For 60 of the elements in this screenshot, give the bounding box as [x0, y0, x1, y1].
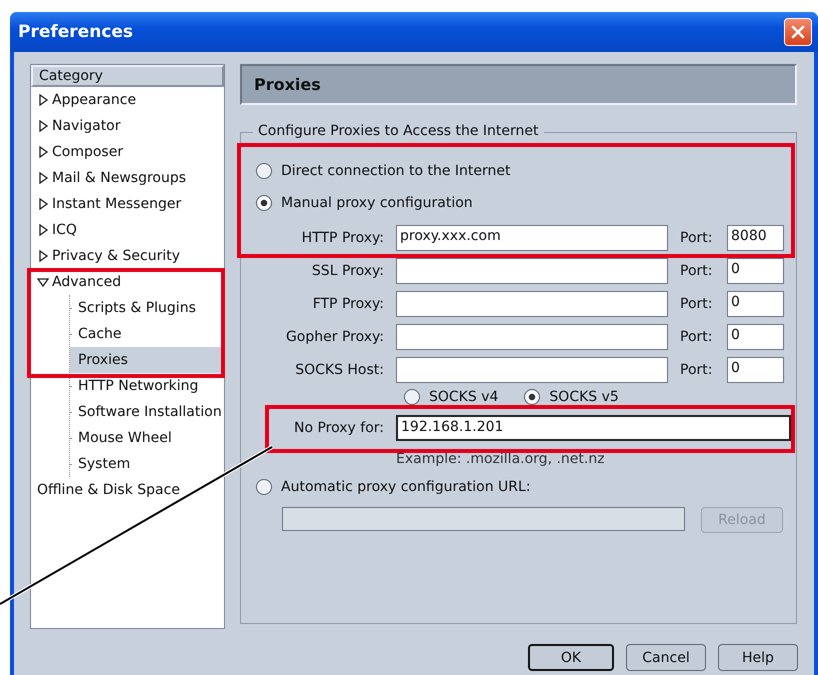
radio-button[interactable]: [256, 163, 272, 179]
dialog-button[interactable]: Cancel: [626, 644, 706, 671]
port-field[interactable]: 0: [727, 258, 784, 284]
input-field[interactable]: [396, 258, 668, 284]
field-label: No Proxy for:: [292, 420, 384, 436]
hint-text: Example: .mozilla.org, .net.nz: [395, 451, 606, 469]
field-label: HTTP Proxy:: [300, 230, 384, 246]
tree-item[interactable]: Privacy & Security: [31, 243, 224, 269]
close-icon: [790, 24, 806, 40]
port-field[interactable]: 0: [727, 324, 784, 350]
collapsed-triangle-icon: [37, 198, 49, 210]
port-field[interactable]: 0: [727, 291, 784, 317]
input-field[interactable]: 192.168.1.201: [396, 415, 791, 441]
input-field[interactable]: [396, 357, 668, 383]
field-label: Port:: [680, 263, 714, 279]
radio-button[interactable]: [256, 195, 272, 211]
tree-item[interactable]: Mail & Newsgroups: [31, 165, 224, 191]
field-label: Port:: [680, 329, 714, 345]
tree-item[interactable]: Appearance: [31, 87, 224, 113]
tree-item[interactable]: Offline & Disk Space: [31, 477, 224, 503]
group-title: Configure Proxies to Access the Internet: [253, 123, 544, 139]
input-field[interactable]: [396, 324, 668, 350]
window-title: Preferences: [18, 22, 134, 42]
collapsed-triangle-icon: [37, 146, 49, 158]
tree-item[interactable]: Proxies: [70, 347, 224, 373]
tree-item[interactable]: Advanced: [31, 269, 224, 295]
radio-button[interactable]: [404, 389, 420, 405]
column-header: Category: [31, 65, 224, 87]
input-field[interactable]: [396, 291, 668, 317]
tree-item[interactable]: ICQ: [31, 217, 224, 243]
radio-option[interactable]: Automatic proxy configuration URL:: [256, 471, 784, 503]
field-label: SSL Proxy:: [310, 263, 384, 279]
radio-option[interactable]: SOCKS v4: [404, 383, 498, 411]
radio-button[interactable]: [256, 479, 272, 495]
radio-option[interactable]: Manual proxy configuration: [256, 187, 784, 219]
field-label: Port:: [680, 296, 714, 312]
input-field[interactable]: proxy.xxx.com: [396, 225, 668, 251]
radio-button[interactable]: [524, 389, 540, 405]
field-label: Port:: [680, 230, 714, 246]
close-button[interactable]: [784, 18, 812, 46]
tree-item[interactable]: Navigator: [31, 113, 224, 139]
collapsed-triangle-icon: [37, 94, 49, 106]
tree-item[interactable]: Composer: [31, 139, 224, 165]
field-label: FTP Proxy:: [312, 296, 384, 312]
radio-option[interactable]: SOCKS v5: [524, 383, 619, 411]
field-label: Port:: [680, 362, 714, 378]
collapsed-triangle-icon: [37, 172, 49, 184]
dialog-button[interactable]: OK: [528, 644, 614, 671]
collapsed-triangle-icon: [37, 224, 49, 236]
panel-header: Proxies: [240, 64, 797, 105]
radio-option[interactable]: Direct connection to the Internet: [256, 155, 784, 187]
field-label: Gopher Proxy:: [284, 329, 384, 345]
field-label: SOCKS Host:: [294, 362, 384, 378]
port-field[interactable]: 8080: [727, 225, 784, 251]
expanded-triangle-icon: [37, 276, 49, 288]
tree-item[interactable]: Instant Messenger: [31, 191, 224, 217]
dialog-button[interactable]: Help: [718, 644, 798, 671]
collapsed-triangle-icon: [37, 250, 49, 262]
port-field[interactable]: 0: [727, 357, 784, 383]
collapsed-triangle-icon: [37, 120, 49, 132]
